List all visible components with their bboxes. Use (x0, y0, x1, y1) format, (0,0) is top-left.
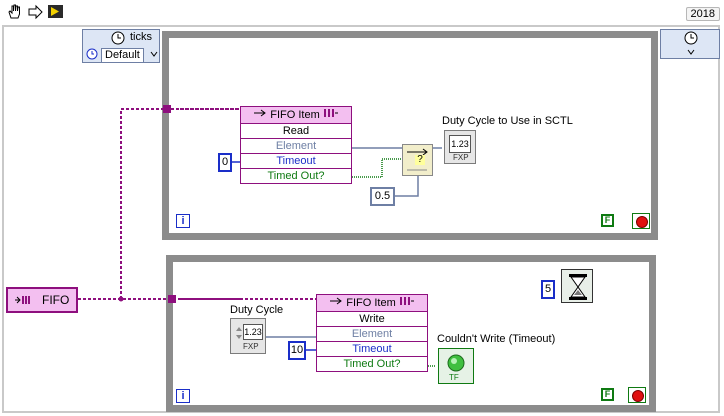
select-input-icon (406, 165, 430, 173)
fifo-write-timedout-terminal[interactable]: Timed Out? (317, 357, 427, 371)
read-output-type-box: 1.23 (449, 135, 471, 153)
fifo-write-node[interactable]: FIFO Item Write Element Timeout Timed Ou… (316, 294, 428, 372)
fifo-read-mode[interactable]: Read (241, 124, 351, 139)
fifo-arrow-icon (253, 107, 267, 123)
tunnel-read (163, 105, 171, 113)
led-indicator-icon (447, 354, 465, 372)
write-output-label: Couldn't Write (Timeout) (437, 333, 556, 345)
false-case-constant[interactable]: 0.5 (370, 187, 395, 206)
fifo-label: FIFO (42, 293, 70, 307)
fifo-read-timeout-terminal[interactable]: Timeout (241, 154, 351, 169)
fifo-queue-icon (14, 294, 32, 306)
fifo-buffer-icon (399, 295, 415, 311)
wait-node[interactable] (561, 269, 593, 303)
write-input-control[interactable]: 1.23 FXP (230, 318, 266, 354)
write-input-label: Duty Cycle (230, 304, 284, 316)
fifo-write-title: FIFO Item (317, 295, 427, 312)
fifo-read-timedout-terminal[interactable]: Timed Out? (241, 169, 351, 183)
fifo-read-title: FIFO Item (241, 107, 351, 124)
wait-constant[interactable]: 5 (541, 280, 555, 299)
write-input-type-box: 1.23 (243, 324, 263, 340)
select-node[interactable]: ? (402, 144, 433, 176)
fifo-buffer-icon (323, 107, 339, 123)
write-timeout-constant[interactable]: 10 (288, 341, 306, 360)
stop-terminal-bottom[interactable] (628, 387, 646, 403)
tunnel-write (168, 295, 176, 303)
stop-false-constant-top[interactable]: F (601, 214, 614, 227)
iteration-terminal-bottom: i (176, 389, 190, 403)
read-timeout-constant[interactable]: 0 (218, 153, 232, 172)
select-symbol: ? (415, 155, 425, 165)
stop-false-constant-bottom[interactable]: F (601, 388, 614, 401)
write-input-subtype: FXP (243, 342, 259, 351)
fifo-read-node[interactable]: FIFO Item Read Element Timeout Timed Out… (240, 106, 352, 184)
read-output-label: Duty Cycle to Use in SCTL (442, 115, 573, 127)
fifo-write-timeout-terminal[interactable]: Timeout (317, 342, 427, 357)
fifo-write-title-text: FIFO Item (346, 297, 396, 309)
read-output-subtype: FXP (453, 153, 469, 162)
fifo-reference-control[interactable]: FIFO (6, 287, 78, 313)
fifo-read-element-terminal[interactable]: Element (241, 139, 351, 154)
write-output-subtype: TF (449, 373, 459, 382)
read-output-indicator[interactable]: 1.23 FXP (444, 130, 476, 164)
fifo-arrow-icon (329, 295, 343, 311)
stop-terminal-top[interactable] (632, 213, 650, 229)
iteration-terminal-top: i (176, 214, 190, 228)
hourglass-icon (567, 273, 589, 301)
write-output-indicator[interactable]: TF (438, 348, 474, 384)
fifo-write-element-terminal[interactable]: Element (317, 327, 427, 342)
fifo-write-mode[interactable]: Write (317, 312, 427, 327)
fifo-read-title-text: FIFO Item (270, 109, 320, 121)
